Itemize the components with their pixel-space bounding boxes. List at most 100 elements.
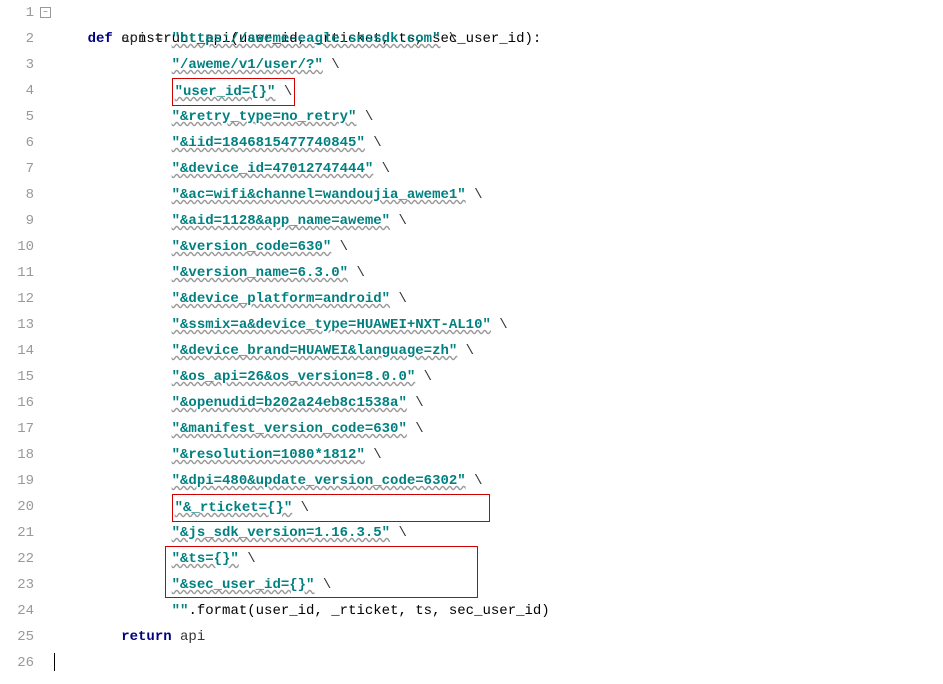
- string-literal: "/aweme/v1/user/?": [172, 57, 323, 73]
- code-line[interactable]: "&version_code=630" \: [54, 234, 943, 260]
- continuation: \: [466, 473, 483, 489]
- string-literal: "&retry_type=no_retry": [172, 109, 357, 125]
- fold-marker-icon[interactable]: −: [40, 7, 51, 18]
- indent: [54, 551, 172, 567]
- indent: [54, 317, 172, 333]
- indent: [54, 473, 172, 489]
- string-literal: "https://aweme-eagle.snssdk.com": [172, 31, 441, 47]
- continuation: \: [491, 317, 508, 333]
- string-literal: "&_rticket={}": [175, 500, 293, 516]
- code-line[interactable]: "&manifest_version_code=630" \: [54, 416, 943, 442]
- code-line[interactable]: "&js_sdk_version=1.16.3.5" \: [54, 520, 943, 546]
- string-literal: "&device_brand=HUAWEI&language=zh": [172, 343, 458, 359]
- code-line[interactable]: "&os_api=26&os_version=8.0.0" \: [54, 364, 943, 390]
- continuation: \: [365, 447, 382, 463]
- continuation: \: [407, 421, 424, 437]
- line-number: 3: [0, 52, 34, 78]
- code-line[interactable]: "&version_name=6.3.0" \: [54, 260, 943, 286]
- line-number: 19: [0, 468, 34, 494]
- indent: [54, 577, 172, 593]
- string-literal: "&manifest_version_code=630": [172, 421, 407, 437]
- code-line[interactable]: "&device_platform=android" \: [54, 286, 943, 312]
- continuation: \: [466, 187, 483, 203]
- code-line[interactable]: "&aid=1128&app_name=aweme" \: [54, 208, 943, 234]
- text-cursor: [54, 653, 55, 671]
- continuation: \: [292, 500, 309, 516]
- string-literal: "&ts={}": [172, 551, 239, 567]
- continuation: \: [331, 239, 348, 255]
- indent: [54, 265, 172, 281]
- string-literal: "&resolution=1080*1812": [172, 447, 365, 463]
- indent: [54, 500, 172, 516]
- line-number: 24: [0, 598, 34, 624]
- indent: [54, 603, 172, 619]
- code-line[interactable]: [54, 650, 943, 676]
- indent: [54, 395, 172, 411]
- continuation: \: [275, 84, 292, 100]
- continuation: \: [314, 577, 331, 593]
- line-number: 20: [0, 494, 34, 520]
- continuation: \: [323, 57, 340, 73]
- line-number: 1: [0, 0, 34, 26]
- line-number: 2: [0, 26, 34, 52]
- code-line[interactable]: "".format(user_id, _rticket, ts, sec_use…: [54, 598, 943, 624]
- string-literal: "&aid=1128&app_name=aweme": [172, 213, 390, 229]
- continuation: \: [348, 265, 365, 281]
- code-line[interactable]: "&retry_type=no_retry" \: [54, 104, 943, 130]
- continuation: \: [390, 291, 407, 307]
- string-literal: "&js_sdk_version=1.16.3.5": [172, 525, 390, 541]
- line-number: 23: [0, 572, 34, 598]
- line-number: 14: [0, 338, 34, 364]
- code-line[interactable]: "&device_brand=HUAWEI&language=zh" \: [54, 338, 943, 364]
- code-line[interactable]: "&device_id=47012747444" \: [54, 156, 943, 182]
- code-editor[interactable]: −def construct_api(user_id, _rticket, ts…: [50, 0, 943, 676]
- code-line[interactable]: "&dpi=480&update_version_code=6302" \: [54, 468, 943, 494]
- string-literal: "&ac=wifi&channel=wandoujia_aweme1": [172, 187, 466, 203]
- indent: [54, 109, 172, 125]
- code-line[interactable]: "&ssmix=a&device_type=HUAWEI+NXT-AL10" \: [54, 312, 943, 338]
- continuation: \: [390, 525, 407, 541]
- code-line[interactable]: "&ts={}" \: [54, 546, 943, 572]
- line-number: 7: [0, 156, 34, 182]
- continuation: \: [407, 395, 424, 411]
- code-line[interactable]: −def construct_api(user_id, _rticket, ts…: [54, 0, 943, 26]
- code-line[interactable]: "user_id={}" \: [54, 78, 943, 104]
- line-number: 22: [0, 546, 34, 572]
- string-literal: "&device_id=47012747444": [172, 161, 374, 177]
- code-line[interactable]: return api: [54, 624, 943, 650]
- string-literal: "": [172, 603, 189, 619]
- code-line[interactable]: "&iid=1846815477740845" \: [54, 130, 943, 156]
- line-number-gutter: 1 2 3 4 5 6 7 8 9 10 11 12 13 14 15 16 1…: [0, 0, 50, 676]
- code-line[interactable]: "&_rticket={}" \: [54, 494, 943, 520]
- line-number: 12: [0, 286, 34, 312]
- line-number: 11: [0, 260, 34, 286]
- line-number: 4: [0, 78, 34, 104]
- line-number: 21: [0, 520, 34, 546]
- code-line[interactable]: "&openudid=b202a24eb8c1538a" \: [54, 390, 943, 416]
- string-literal: "&ssmix=a&device_type=HUAWEI+NXT-AL10": [172, 317, 491, 333]
- code-line[interactable]: "&ac=wifi&channel=wandoujia_aweme1" \: [54, 182, 943, 208]
- return-value: api: [180, 629, 205, 645]
- method-call: .format(user_id, _rticket, ts, sec_user_…: [188, 603, 549, 619]
- continuation: \: [365, 135, 382, 151]
- line-number: 13: [0, 312, 34, 338]
- line-number: 16: [0, 390, 34, 416]
- code-line[interactable]: "&sec_user_id={}" \: [54, 572, 943, 598]
- line-number: 15: [0, 364, 34, 390]
- indent: [54, 369, 172, 385]
- indent: [54, 161, 172, 177]
- string-literal: "&openudid=b202a24eb8c1538a": [172, 395, 407, 411]
- indent: [54, 629, 121, 645]
- indent: [54, 31, 121, 47]
- line-number: 18: [0, 442, 34, 468]
- string-literal: "&sec_user_id={}": [172, 577, 315, 593]
- code-line[interactable]: "&resolution=1080*1812" \: [54, 442, 943, 468]
- line-number: 6: [0, 130, 34, 156]
- code-line[interactable]: "/aweme/v1/user/?" \: [54, 52, 943, 78]
- code-line[interactable]: api = "https://aweme-eagle.snssdk.com" \: [54, 26, 943, 52]
- line-number: 9: [0, 208, 34, 234]
- line-number: 5: [0, 104, 34, 130]
- indent: [54, 421, 172, 437]
- string-literal: "&dpi=480&update_version_code=6302": [172, 473, 466, 489]
- continuation: \: [457, 343, 474, 359]
